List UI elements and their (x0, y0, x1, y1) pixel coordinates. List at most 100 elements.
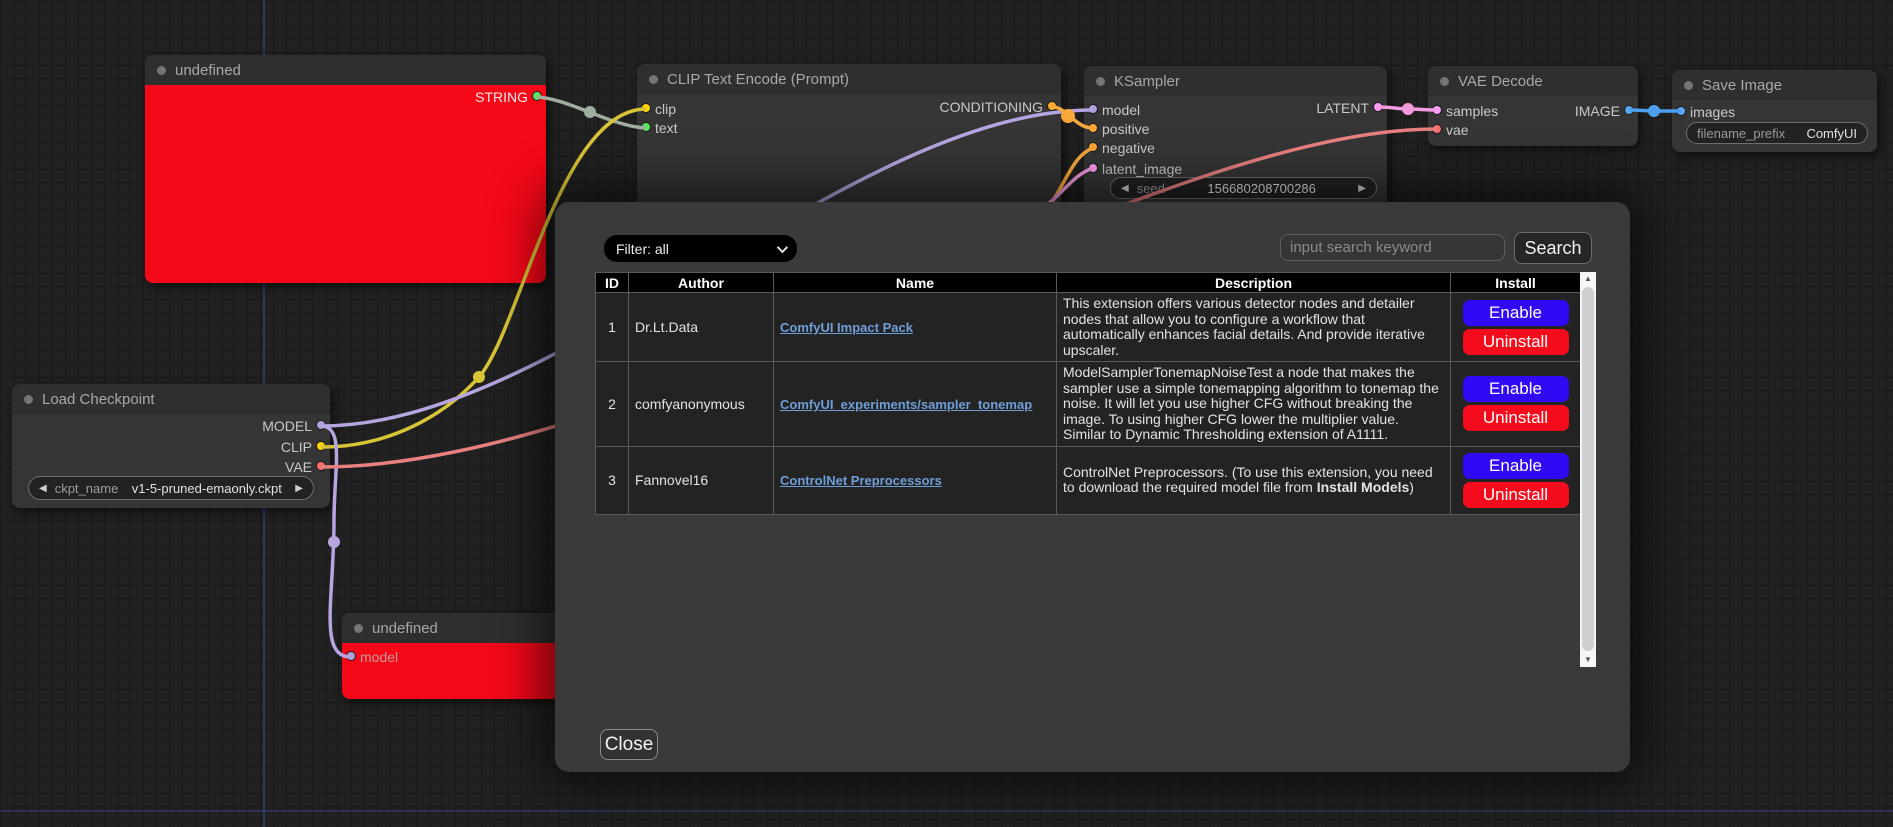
node-title: undefined (372, 620, 438, 637)
filter-dropdown[interactable]: Filter: all (604, 235, 797, 262)
seed-increment-icon[interactable]: ▶ (1358, 183, 1366, 194)
cell-description: ControlNet Preprocessors. (To use this e… (1057, 446, 1451, 514)
output-port-vae: VAE (12, 457, 330, 476)
wire-string-to-text (537, 97, 646, 128)
port-dot-conditioning[interactable] (1047, 101, 1057, 111)
cell-author: Dr.Lt.Data (629, 293, 774, 362)
scroll-up-icon[interactable]: ▲ (1580, 272, 1596, 286)
widget-value: v1-5-pruned-emaonly.ckpt (126, 481, 287, 496)
port-dot-image[interactable] (1624, 105, 1634, 115)
wire-dot-image[interactable] (1648, 105, 1660, 117)
uninstall-button[interactable]: Uninstall (1463, 405, 1569, 431)
close-button[interactable]: Close (600, 729, 658, 760)
ckpt-name-widget[interactable]: ◀ ckpt_name v1-5-pruned-emaonly.ckpt ▶ (28, 476, 314, 500)
table-row: 2comfyanonymousComfyUI_experiments/sampl… (596, 362, 1581, 447)
port-dot-vae-out[interactable] (316, 461, 326, 471)
port-dot-model[interactable] (346, 651, 356, 661)
node-title-bar[interactable]: undefined (145, 55, 546, 85)
node-title: CLIP Text Encode (Prompt) (667, 71, 849, 88)
extension-link[interactable]: ComfyUI_experiments/sampler_tonemap (780, 397, 1032, 412)
table-row: 1Dr.Lt.DataComfyUI Impact PackThis exten… (596, 293, 1581, 362)
uninstall-button[interactable]: Uninstall (1463, 482, 1569, 508)
extension-link[interactable]: ControlNet Preprocessors (780, 473, 942, 488)
collapse-dot-icon[interactable] (24, 395, 33, 404)
extension-link[interactable]: ComfyUI Impact Pack (780, 320, 913, 335)
widget-label: seed (1137, 181, 1165, 196)
wire-dot-model[interactable] (328, 536, 340, 548)
node-save-image[interactable]: Save Image images filename_prefix ComfyU… (1672, 70, 1877, 152)
node-ksampler[interactable]: KSampler model positive negative latent_… (1084, 66, 1387, 211)
input-port-negative: negative (1084, 138, 1251, 157)
port-dot-negative[interactable] (1088, 142, 1098, 152)
node-title: undefined (175, 62, 241, 79)
node-vae-decode[interactable]: VAE Decode samples vae IMAGE (1428, 66, 1638, 146)
collapse-dot-icon[interactable] (1096, 77, 1105, 86)
cell-name: ComfyUI_experiments/sampler_tonemap (774, 362, 1057, 447)
wire-dot-string[interactable] (584, 106, 596, 118)
collapse-dot-icon[interactable] (354, 624, 363, 633)
search-input[interactable] (1280, 234, 1505, 261)
port-label: images (1690, 104, 1735, 120)
output-port-conditioning: CONDITIONING (637, 97, 1061, 116)
wire-dot-clip[interactable] (473, 371, 485, 383)
extensions-table-container: ID Author Name Description Install 1Dr.L… (595, 272, 1596, 667)
port-dot-text[interactable] (641, 122, 651, 132)
scroll-down-icon[interactable]: ▼ (1580, 653, 1596, 667)
collapse-dot-icon[interactable] (649, 75, 658, 84)
header-description: Description (1057, 273, 1451, 293)
uninstall-button[interactable]: Uninstall (1463, 329, 1569, 355)
enable-button[interactable]: Enable (1463, 453, 1569, 479)
node-undefined-string[interactable]: undefined STRING (145, 55, 546, 283)
collapse-dot-icon[interactable] (1684, 81, 1693, 90)
node-load-checkpoint[interactable]: Load Checkpoint MODEL CLIP VAE ◀ ckpt_na… (12, 384, 330, 508)
port-dot-clip-out[interactable] (316, 441, 326, 451)
table-header-row: ID Author Name Description Install (596, 273, 1581, 293)
cell-name: ControlNet Preprocessors (774, 446, 1057, 514)
header-install: Install (1451, 273, 1581, 293)
seed-decrement-icon[interactable]: ◀ (1121, 183, 1129, 194)
enable-button[interactable]: Enable (1463, 376, 1569, 402)
collapse-dot-icon[interactable] (1440, 77, 1449, 86)
port-dot-model-out[interactable] (316, 420, 326, 430)
seed-widget[interactable]: ◀ seed 156680208700286 ▶ (1110, 177, 1377, 199)
port-dot-vae[interactable] (1432, 124, 1442, 134)
cell-install: Enable Uninstall (1451, 446, 1581, 514)
port-label: latent_image (1102, 161, 1182, 177)
cell-author: Fannovel16 (629, 446, 774, 514)
port-label: CONDITIONING (940, 99, 1043, 115)
node-title: KSampler (1114, 73, 1180, 90)
port-label: MODEL (262, 418, 312, 434)
node-title-bar[interactable]: CLIP Text Encode (Prompt) (637, 64, 1061, 94)
cell-author: comfyanonymous (629, 362, 774, 447)
output-port-string: STRING (145, 87, 546, 106)
input-port-positive: positive (1084, 119, 1251, 138)
port-dot-string[interactable] (532, 91, 542, 101)
node-title-bar[interactable]: Save Image (1672, 70, 1877, 100)
widget-value: ComfyUI (1806, 126, 1857, 141)
node-title-bar[interactable]: KSampler (1084, 66, 1387, 96)
output-port-clip: CLIP (12, 437, 330, 456)
node-graph-canvas[interactable]: undefined STRING CLIP Text Encode (Promp… (0, 0, 1893, 827)
node-title: Save Image (1702, 77, 1782, 94)
enable-button[interactable]: Enable (1463, 300, 1569, 326)
port-dot-images[interactable] (1676, 106, 1686, 116)
port-label: positive (1102, 121, 1149, 137)
input-port-text: text (637, 118, 849, 137)
node-title-bar[interactable]: VAE Decode (1428, 66, 1638, 96)
port-dot-latent[interactable] (1373, 102, 1383, 112)
filename-prefix-widget[interactable]: filename_prefix ComfyUI (1686, 122, 1868, 144)
port-dot-latent-image[interactable] (1088, 163, 1098, 173)
wire-dot-conditioning[interactable] (1061, 109, 1075, 123)
node-title-bar[interactable]: Load Checkpoint (12, 384, 330, 414)
search-button[interactable]: Search (1514, 232, 1592, 264)
collapse-dot-icon[interactable] (157, 66, 166, 75)
ckpt-next-icon[interactable]: ▶ (295, 483, 303, 494)
table-scrollbar[interactable]: ▲ ▼ (1580, 272, 1596, 667)
port-dot-positive[interactable] (1088, 123, 1098, 133)
ckpt-prev-icon[interactable]: ◀ (39, 483, 47, 494)
wire-dot-latent[interactable] (1402, 103, 1414, 115)
port-label: text (655, 120, 678, 136)
header-name: Name (774, 273, 1057, 293)
extensions-table-body: 1Dr.Lt.DataComfyUI Impact PackThis exten… (596, 293, 1581, 515)
scrollbar-thumb[interactable] (1582, 287, 1594, 651)
